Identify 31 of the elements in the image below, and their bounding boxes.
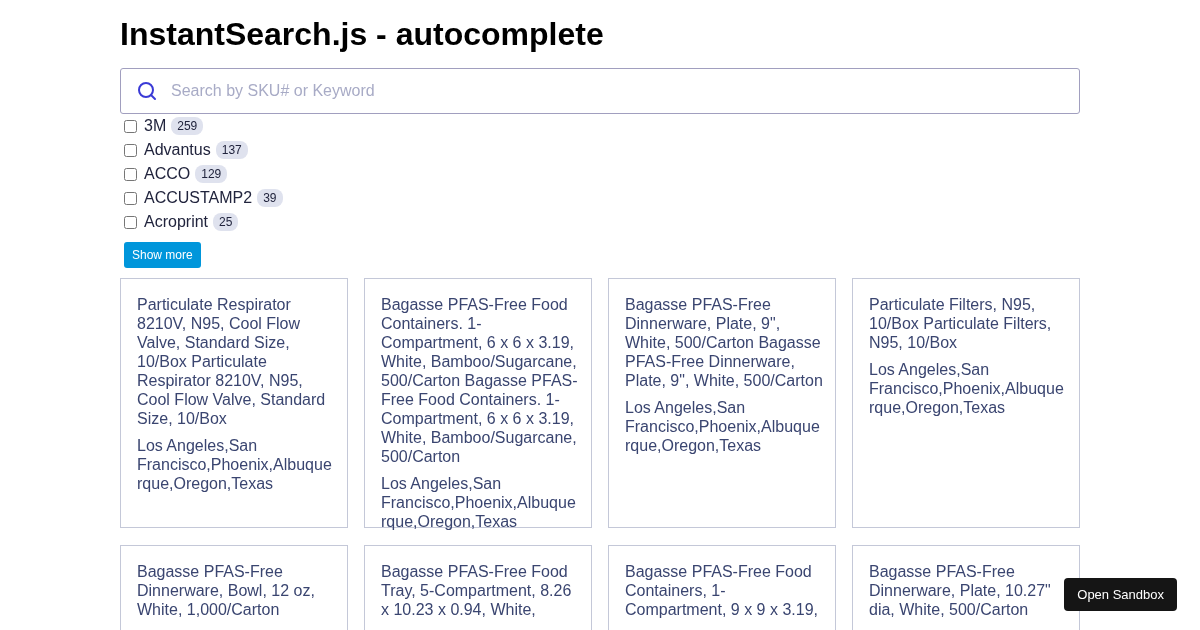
count-badge: 129	[195, 165, 228, 183]
count-badge: 39	[257, 189, 283, 207]
open-sandbox-button[interactable]: Open Sandbox	[1064, 578, 1177, 611]
product-name: Bagasse PFAS-Free Dinnerware, Bowl, 12 oz, White, 1,000/Carton	[137, 562, 316, 619]
brand-label: Advantus	[144, 141, 211, 159]
product-name: Bagasse PFAS-Free Food Containers. 1-Compartment, 6 x 6 x 3.19, White, Bamboo/Sugarcane, 500/Carton Bagasse PFAS-Free Food Containers. 1-Compartment, 6 x 6 x 3.19, White, Bamboo/Sugarcane, 500/Carton	[381, 295, 579, 466]
search-field[interactable]: Search by SKU# or Keyword	[120, 68, 1080, 114]
product-locations: Los Angeles,San Francisco,Phoenix,Albuquerque,Oregon,Texas	[625, 398, 821, 455]
product-locations: Los Angeles,San Francisco,Phoenix,Albuquerque,Oregon,Texas	[381, 474, 577, 531]
product-name: Bagasse PFAS-Free Dinnerware, Plate, 9", White, 500/Carton Bagasse PFAS-Free Dinnerware, Plate, 9", White, 500/Carton	[625, 295, 824, 390]
brand-label: 3M	[144, 117, 167, 135]
checkbox[interactable]	[124, 215, 137, 229]
brand-label: ACCUSTAMP2	[144, 189, 253, 207]
count-badge: 259	[171, 117, 204, 135]
product-name: Bagasse PFAS-Free Food Tray, 5-Compartment, 8.26 x 10.23 x 0.94, White,	[381, 562, 573, 619]
brand-label: Acroprint	[144, 213, 209, 231]
search-icon	[137, 81, 157, 101]
checkbox[interactable]	[124, 167, 137, 181]
count-badge: 25	[213, 213, 239, 231]
product-name: Particulate Filters, N95, 10/Box Particulate Filters, N95, 10/Box	[869, 295, 1053, 352]
product-locations: Los Angeles,San Francisco,Phoenix,Albuquerque,Oregon,Texas	[869, 360, 1065, 417]
brand-label: ACCO	[144, 165, 191, 183]
count-badge: 137	[215, 141, 248, 159]
checkbox[interactable]	[124, 191, 137, 205]
page-title: InstantSearch.js - autocomplete	[120, 15, 605, 54]
product-name: Particulate Respirator 8210V, N95, Cool Flow Valve, Standard Size, 10/Box Particulate Respirator 8210V, N95, Cool Flow Valve, Standard Size, 10/Box	[137, 295, 327, 428]
checkbox[interactable]	[124, 143, 137, 157]
product-locations: Los Angeles,San Francisco,Phoenix,Albuquerque,Oregon,Texas	[137, 436, 333, 493]
product-name: Bagasse PFAS-Free Dinnerware, Plate, 10.27" dia, White, 500/Carton	[869, 562, 1052, 619]
checkbox[interactable]	[124, 119, 137, 133]
product-name: Bagasse PFAS-Free Food Containers, 1-Compartment, 9 x 9 x 3.19,	[625, 562, 819, 619]
